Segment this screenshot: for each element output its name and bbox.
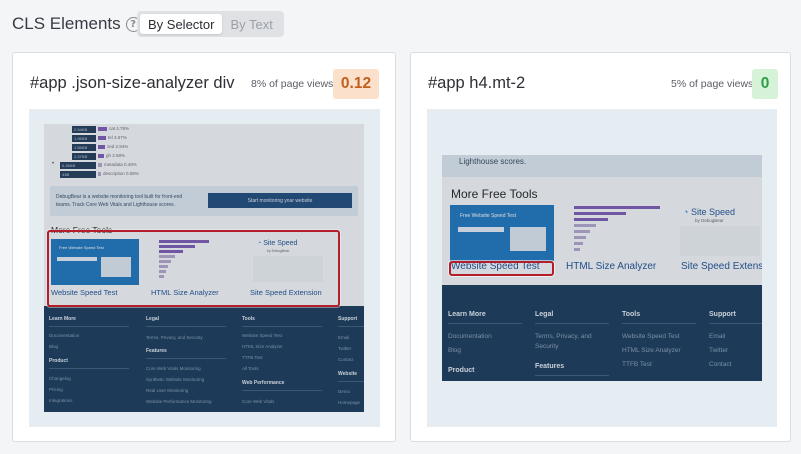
element-selector: #app h4.mt-2 [428, 74, 526, 92]
cls-score-badge: 0.12 [333, 69, 379, 99]
section-title: CLS Elements [12, 14, 121, 33]
cls-highlight-box [449, 261, 554, 276]
section-header: CLS Elements ? [12, 12, 141, 36]
element-selector: #app .json-size-analyzer div [30, 74, 235, 92]
cls-score-badge: 0 [752, 69, 778, 99]
tab-by-text[interactable]: By Text [222, 14, 280, 34]
cls-element-card[interactable]: #app .json-size-analyzer div 8% of page … [12, 52, 396, 442]
element-screenshot[interactable]: 2.54KB cat 4.78% 1.95KB tel 3.67% 1.56KB… [29, 109, 380, 427]
cls-element-card[interactable]: #app h4.mt-2 5% of page views 0 Lighthou… [410, 52, 791, 442]
element-screenshot[interactable]: Lighthouse scores. More Free Tools Free … [427, 109, 777, 427]
page-views-share: 5% of page views [671, 78, 754, 90]
page-views-share: 8% of page views [251, 78, 334, 90]
tab-by-selector[interactable]: By Selector [140, 14, 223, 34]
view-toggle: By Selector By Text [137, 11, 284, 37]
cls-highlight-box [47, 230, 340, 307]
